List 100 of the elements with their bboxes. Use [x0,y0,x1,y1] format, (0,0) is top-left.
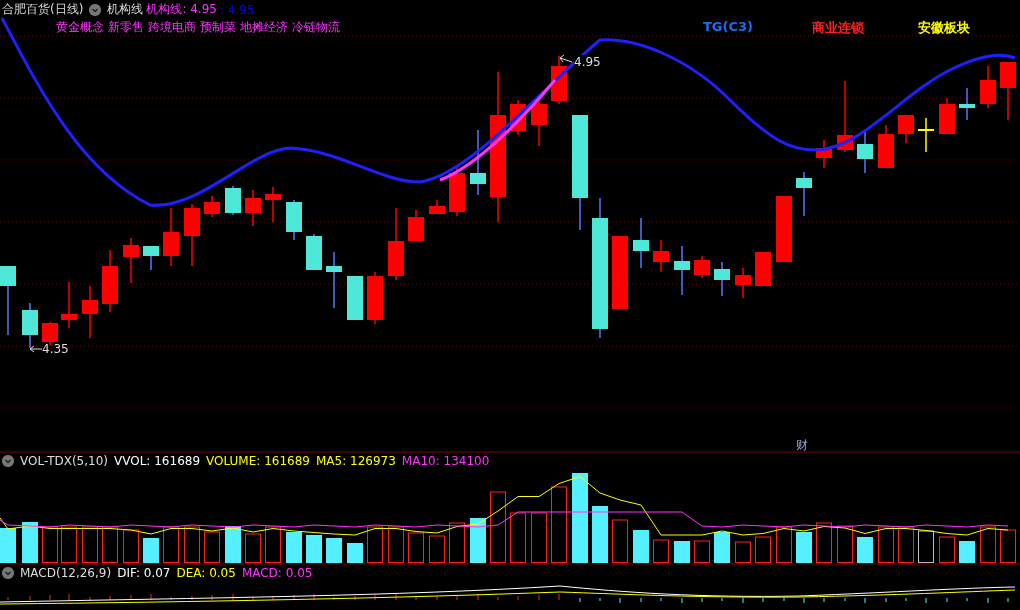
candlestick [123,237,139,284]
candlestick [694,255,710,279]
volume-bar [306,535,322,563]
volume-bar [61,526,77,563]
concept-tag: 地摊经济 [240,19,288,36]
candlestick [347,275,363,321]
volume-bar [429,535,445,563]
candlestick [653,239,669,273]
volume-bar [878,526,894,563]
candlestick [898,114,914,144]
volume-bar [102,526,118,563]
volume-bar [449,522,465,563]
candlestick [633,217,649,269]
volume-bar [898,526,914,563]
candlestick [0,265,16,336]
candlestick [265,186,281,223]
sector-label: 安徽板块 [918,19,970,37]
dropdown-icon[interactable] [2,567,14,579]
candlestick [306,233,322,271]
candlestick [796,171,812,217]
volume-bar [0,528,16,563]
volume-bar [408,532,424,563]
stock-name: 合肥百货(日线) [2,1,84,18]
concept-tag: 黄金概念 [56,19,104,36]
event-marker[interactable]: 财 [796,437,808,454]
candlestick [816,139,832,169]
candlestick [878,124,894,169]
volume-bar [326,538,342,563]
candlestick [225,185,241,216]
candlestick [326,251,342,309]
candlestick [429,199,445,215]
volume-bar [388,526,404,563]
candlestick [82,285,98,339]
volume-bar [367,526,383,563]
dropdown-icon[interactable] [89,3,102,16]
volume-bar [816,522,832,563]
candlestick [551,55,567,105]
candlestick [204,195,220,218]
volume-bar [918,530,934,563]
volume-bar [143,538,159,563]
candlestick [755,251,771,287]
volume-bar [510,512,526,563]
volume-bar [286,532,302,563]
panel-name: MACD(12,26,9) [20,566,112,580]
pointer-arrow-icon [29,345,43,353]
volume-bar [694,540,710,563]
indicator-value: VVOL: 161689 [114,454,201,468]
volume-bar [163,526,179,563]
candlestick [1000,61,1016,121]
candlestick [184,203,200,267]
volume-bar [755,536,771,563]
volume-bar [42,526,58,563]
volume-bar [612,519,628,563]
volume-bar [735,541,751,563]
low-price-label: 4.35 [42,342,69,356]
indicator-value: DIF: 0.07 [117,566,171,580]
candlestick [143,245,159,271]
volume-bar [959,541,975,563]
volume-bar [184,526,200,563]
concept-tag: 预制菜 [200,19,236,36]
indicator-value: 机构线: 4.95 [146,1,217,18]
candlestick [367,271,383,325]
pointer-arrow-icon [559,54,573,63]
volume-bar [82,526,98,563]
candlestick [102,249,118,313]
volume-bar [592,506,608,563]
volume-bar [531,512,547,563]
candlestick [959,87,975,121]
candlestick [408,209,424,242]
volume-bar [22,522,38,563]
volume-bar [265,526,281,563]
candlestick [735,267,751,299]
volume-bar [225,526,241,563]
candlestick [470,129,486,196]
volume-bar [1000,529,1016,563]
candlestick [163,207,179,267]
indicator-value: MACD: 0.05 [241,566,313,580]
indicator-value: VOLUME: 161689 [206,454,310,468]
candlestick [245,189,261,227]
indicator-value: MA5: 126973 [315,454,396,468]
volume-bar [776,526,792,563]
volume-bar [674,541,690,563]
dropdown-icon[interactable] [2,455,14,467]
candlestick [674,245,690,296]
concept-tag: 冷链物流 [292,19,340,36]
candlestick [939,97,955,135]
candlestick [857,129,873,174]
candlestick [42,321,58,346]
volume-bar [347,543,363,563]
candlestick [531,97,547,147]
candlestick [286,199,302,241]
volume-bar [245,533,261,563]
volume-bar [653,539,669,563]
indicator-value: MA10: 134100 [401,454,490,468]
volume-bar [633,530,649,563]
candlestick [22,302,38,349]
volume-bar [490,491,506,563]
concept-tag: 跨境电商 [148,19,196,36]
concept-tag: 新零售 [108,19,144,36]
volume-bar [796,532,812,563]
